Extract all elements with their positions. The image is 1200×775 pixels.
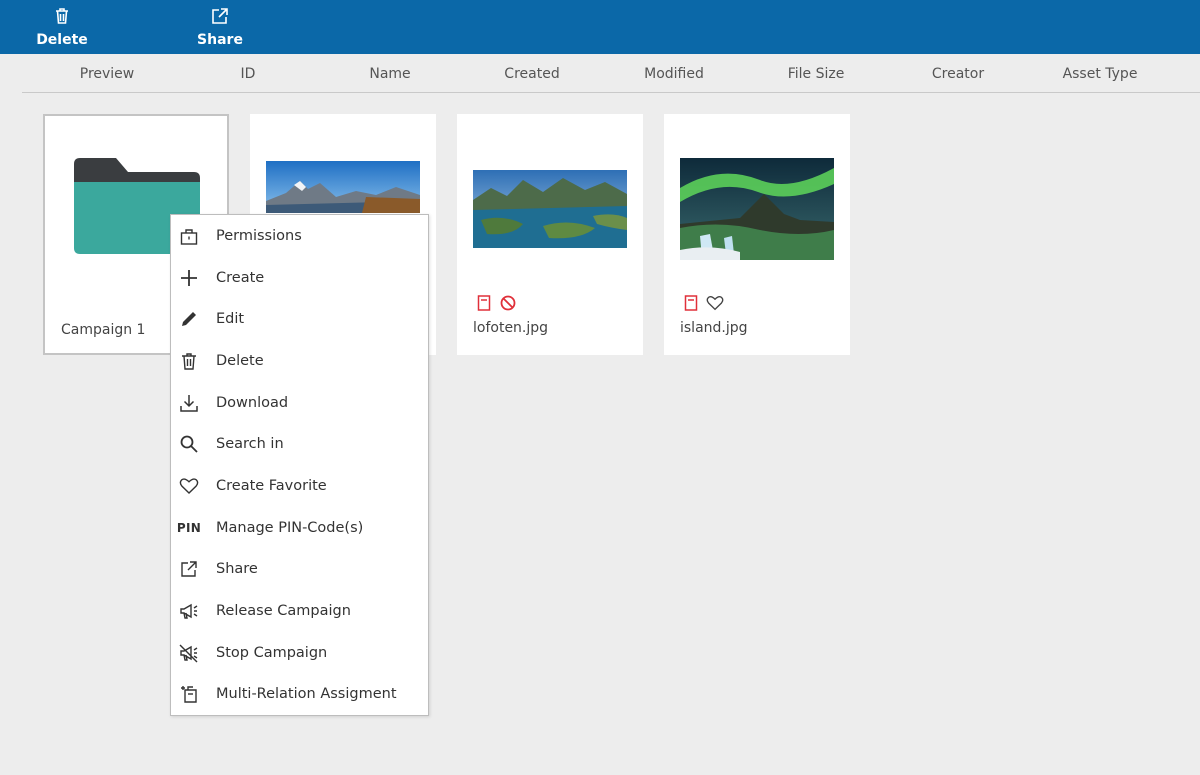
menu-item-label: Create Favorite	[216, 478, 327, 494]
asset-tile-lofoten[interactable]: lofoten.jpg	[457, 114, 643, 355]
document-icon	[684, 295, 698, 311]
menu-item-delete[interactable]: Delete	[171, 341, 428, 381]
share-icon	[181, 561, 197, 577]
column-name[interactable]: Name	[369, 66, 410, 82]
asset-tile-island[interactable]: island.jpg	[664, 114, 850, 355]
menu-item-edit[interactable]: Edit	[171, 299, 428, 339]
delete-label: Delete	[36, 32, 88, 48]
column-asset-type[interactable]: Asset Type	[1063, 66, 1138, 82]
menu-item-label: Permissions	[216, 228, 302, 244]
column-modified[interactable]: Modified	[644, 66, 704, 82]
lock-icon	[180, 229, 198, 245]
block-icon	[500, 295, 516, 311]
menu-item-release-campaign[interactable]: Release Campaign	[171, 591, 428, 631]
menu-item-multi-relation-assignment[interactable]: Multi-Relation Assigment	[171, 674, 428, 714]
tile-status-icons	[682, 294, 724, 312]
trash-icon	[56, 8, 68, 24]
menu-item-label: Share	[216, 561, 258, 577]
lofoten-image	[473, 170, 627, 248]
multi-relation-icon	[181, 686, 197, 703]
menu-item-label: Delete	[216, 353, 264, 369]
column-preview[interactable]: Preview	[80, 66, 135, 82]
menu-item-create[interactable]: Create	[171, 258, 428, 298]
menu-item-label: Create	[216, 270, 265, 286]
share-icon	[212, 8, 228, 24]
column-creator[interactable]: Creator	[932, 66, 984, 82]
menu-item-share[interactable]: Share	[171, 549, 428, 589]
document-icon	[477, 295, 491, 311]
menu-item-label: Search in	[216, 436, 284, 452]
menu-item-stop-campaign[interactable]: Stop Campaign	[171, 633, 428, 673]
megaphone-icon	[180, 603, 198, 619]
menu-item-label: Multi-Relation Assigment	[216, 686, 397, 702]
share-button[interactable]: Share	[190, 6, 250, 52]
heart-icon[interactable]	[706, 294, 724, 312]
megaphone-off-icon	[179, 644, 198, 663]
download-icon	[180, 395, 198, 412]
menu-item-permissions[interactable]: Permissions	[171, 216, 428, 256]
column-header-row: Preview ID Name Created Modified File Si…	[22, 56, 1200, 93]
toolbar: Delete Share	[0, 0, 1200, 54]
heart-icon	[179, 478, 199, 494]
column-created[interactable]: Created	[504, 66, 559, 82]
tile-name: island.jpg	[680, 320, 748, 336]
menu-item-label: Release Campaign	[216, 603, 351, 619]
tile-name: lofoten.jpg	[473, 320, 549, 336]
search-icon	[180, 435, 198, 453]
pencil-icon	[182, 312, 196, 326]
share-label: Share	[197, 32, 243, 48]
tile-status-icons	[475, 294, 517, 312]
delete-button[interactable]: Delete	[32, 6, 92, 52]
column-file-size[interactable]: File Size	[788, 66, 845, 82]
context-menu: Permissions Create Edit Delete Download …	[170, 214, 429, 716]
island-image	[680, 158, 834, 260]
menu-item-manage-pin-codes[interactable]: PIN Manage PIN-Code(s)	[171, 508, 428, 548]
menu-item-create-favorite[interactable]: Create Favorite	[171, 466, 428, 506]
matterhorn-image	[266, 161, 420, 213]
trash-icon	[182, 353, 196, 370]
menu-item-label: Download	[216, 395, 289, 411]
tile-name: Campaign 1	[61, 322, 146, 338]
menu-item-download[interactable]: Download	[171, 383, 428, 423]
menu-item-label: Manage PIN-Code(s)	[216, 520, 364, 536]
plus-icon	[181, 270, 197, 286]
menu-item-label: Edit	[216, 311, 245, 327]
column-id[interactable]: ID	[241, 66, 256, 82]
pin-icon: PIN	[176, 521, 202, 535]
menu-item-search-in[interactable]: Search in	[171, 424, 428, 464]
menu-item-label: Stop Campaign	[216, 645, 328, 661]
